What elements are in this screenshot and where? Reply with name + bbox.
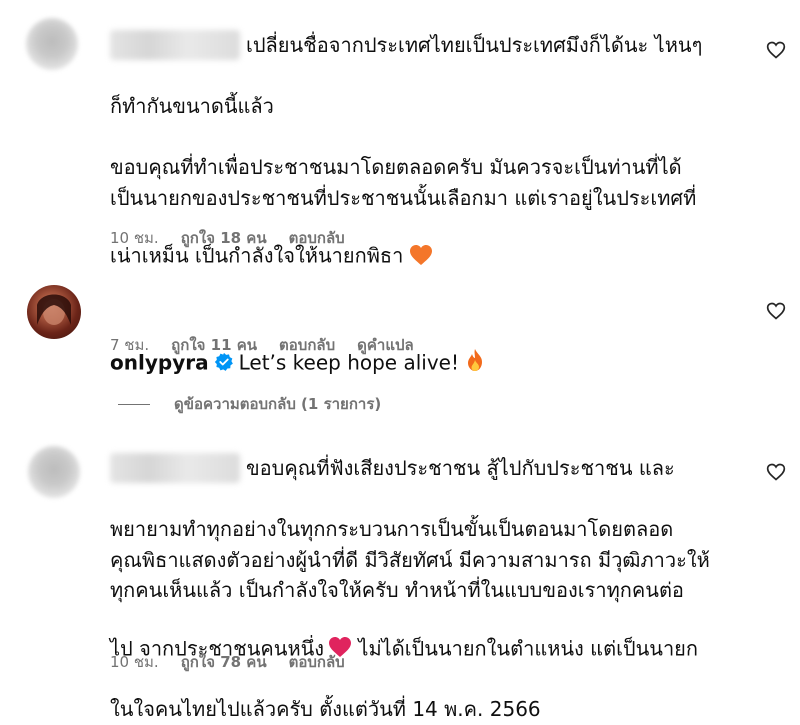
comment-meta: 7 ชม. ถูกใจ 11 คน ตอบกลับ ดูคำแปล (110, 333, 414, 357)
comment-text-line1: เปลี่ยนชื่อจากประเทศไทยเป็นประเทศมึงก็ได… (246, 33, 703, 57)
avatar-face-icon (37, 294, 71, 325)
timestamp: 10 ชม. (110, 229, 159, 247)
reply-button[interactable]: ตอบกลับ (289, 226, 345, 250)
likes-count[interactable]: ถูกใจ 78 คน (181, 650, 267, 674)
avatar[interactable] (27, 285, 81, 339)
like-heart-icon[interactable] (766, 462, 786, 482)
comment-text-line1: ขอบคุณที่ฟังเสียงประชาชน สู้ไปกับประชาชน… (246, 456, 675, 480)
likes-count[interactable]: ถูกใจ 18 คน (181, 226, 267, 250)
comment-meta: 10 ชม. ถูกใจ 18 คน ตอบกลับ (110, 226, 345, 250)
divider (118, 403, 150, 405)
avatar[interactable] (26, 18, 78, 70)
comment-text: พยายามทำทุกอย่างในทุกกระบวนการเป็นขั้นเป… (110, 517, 710, 721)
view-replies-label: ดูข้อความตอบกลับ (1 รายการ) (174, 395, 382, 413)
timestamp: 10 ชม. (110, 653, 159, 671)
reply-button[interactable]: ตอบกลับ (279, 333, 335, 357)
orange-heart-icon (409, 213, 433, 265)
timestamp: 7 ชม. (110, 336, 150, 354)
like-heart-icon[interactable] (766, 301, 786, 321)
translate-button[interactable]: ดูคำแปล (357, 333, 414, 357)
comment-meta: 10 ชม. ถูกใจ 78 คน ตอบกลับ (110, 650, 345, 674)
avatar[interactable] (28, 446, 80, 498)
username-blurred[interactable] (110, 453, 240, 483)
fire-icon (465, 318, 485, 371)
view-replies-button[interactable]: ดูข้อความตอบกลับ (1 รายการ) (118, 392, 381, 416)
reply-button[interactable]: ตอบกลับ (289, 650, 345, 674)
red-heart-icon (328, 606, 352, 657)
likes-count[interactable]: ถูกใจ 11 คน (171, 333, 257, 357)
username-blurred[interactable] (110, 30, 240, 60)
like-heart-icon[interactable] (766, 40, 786, 60)
